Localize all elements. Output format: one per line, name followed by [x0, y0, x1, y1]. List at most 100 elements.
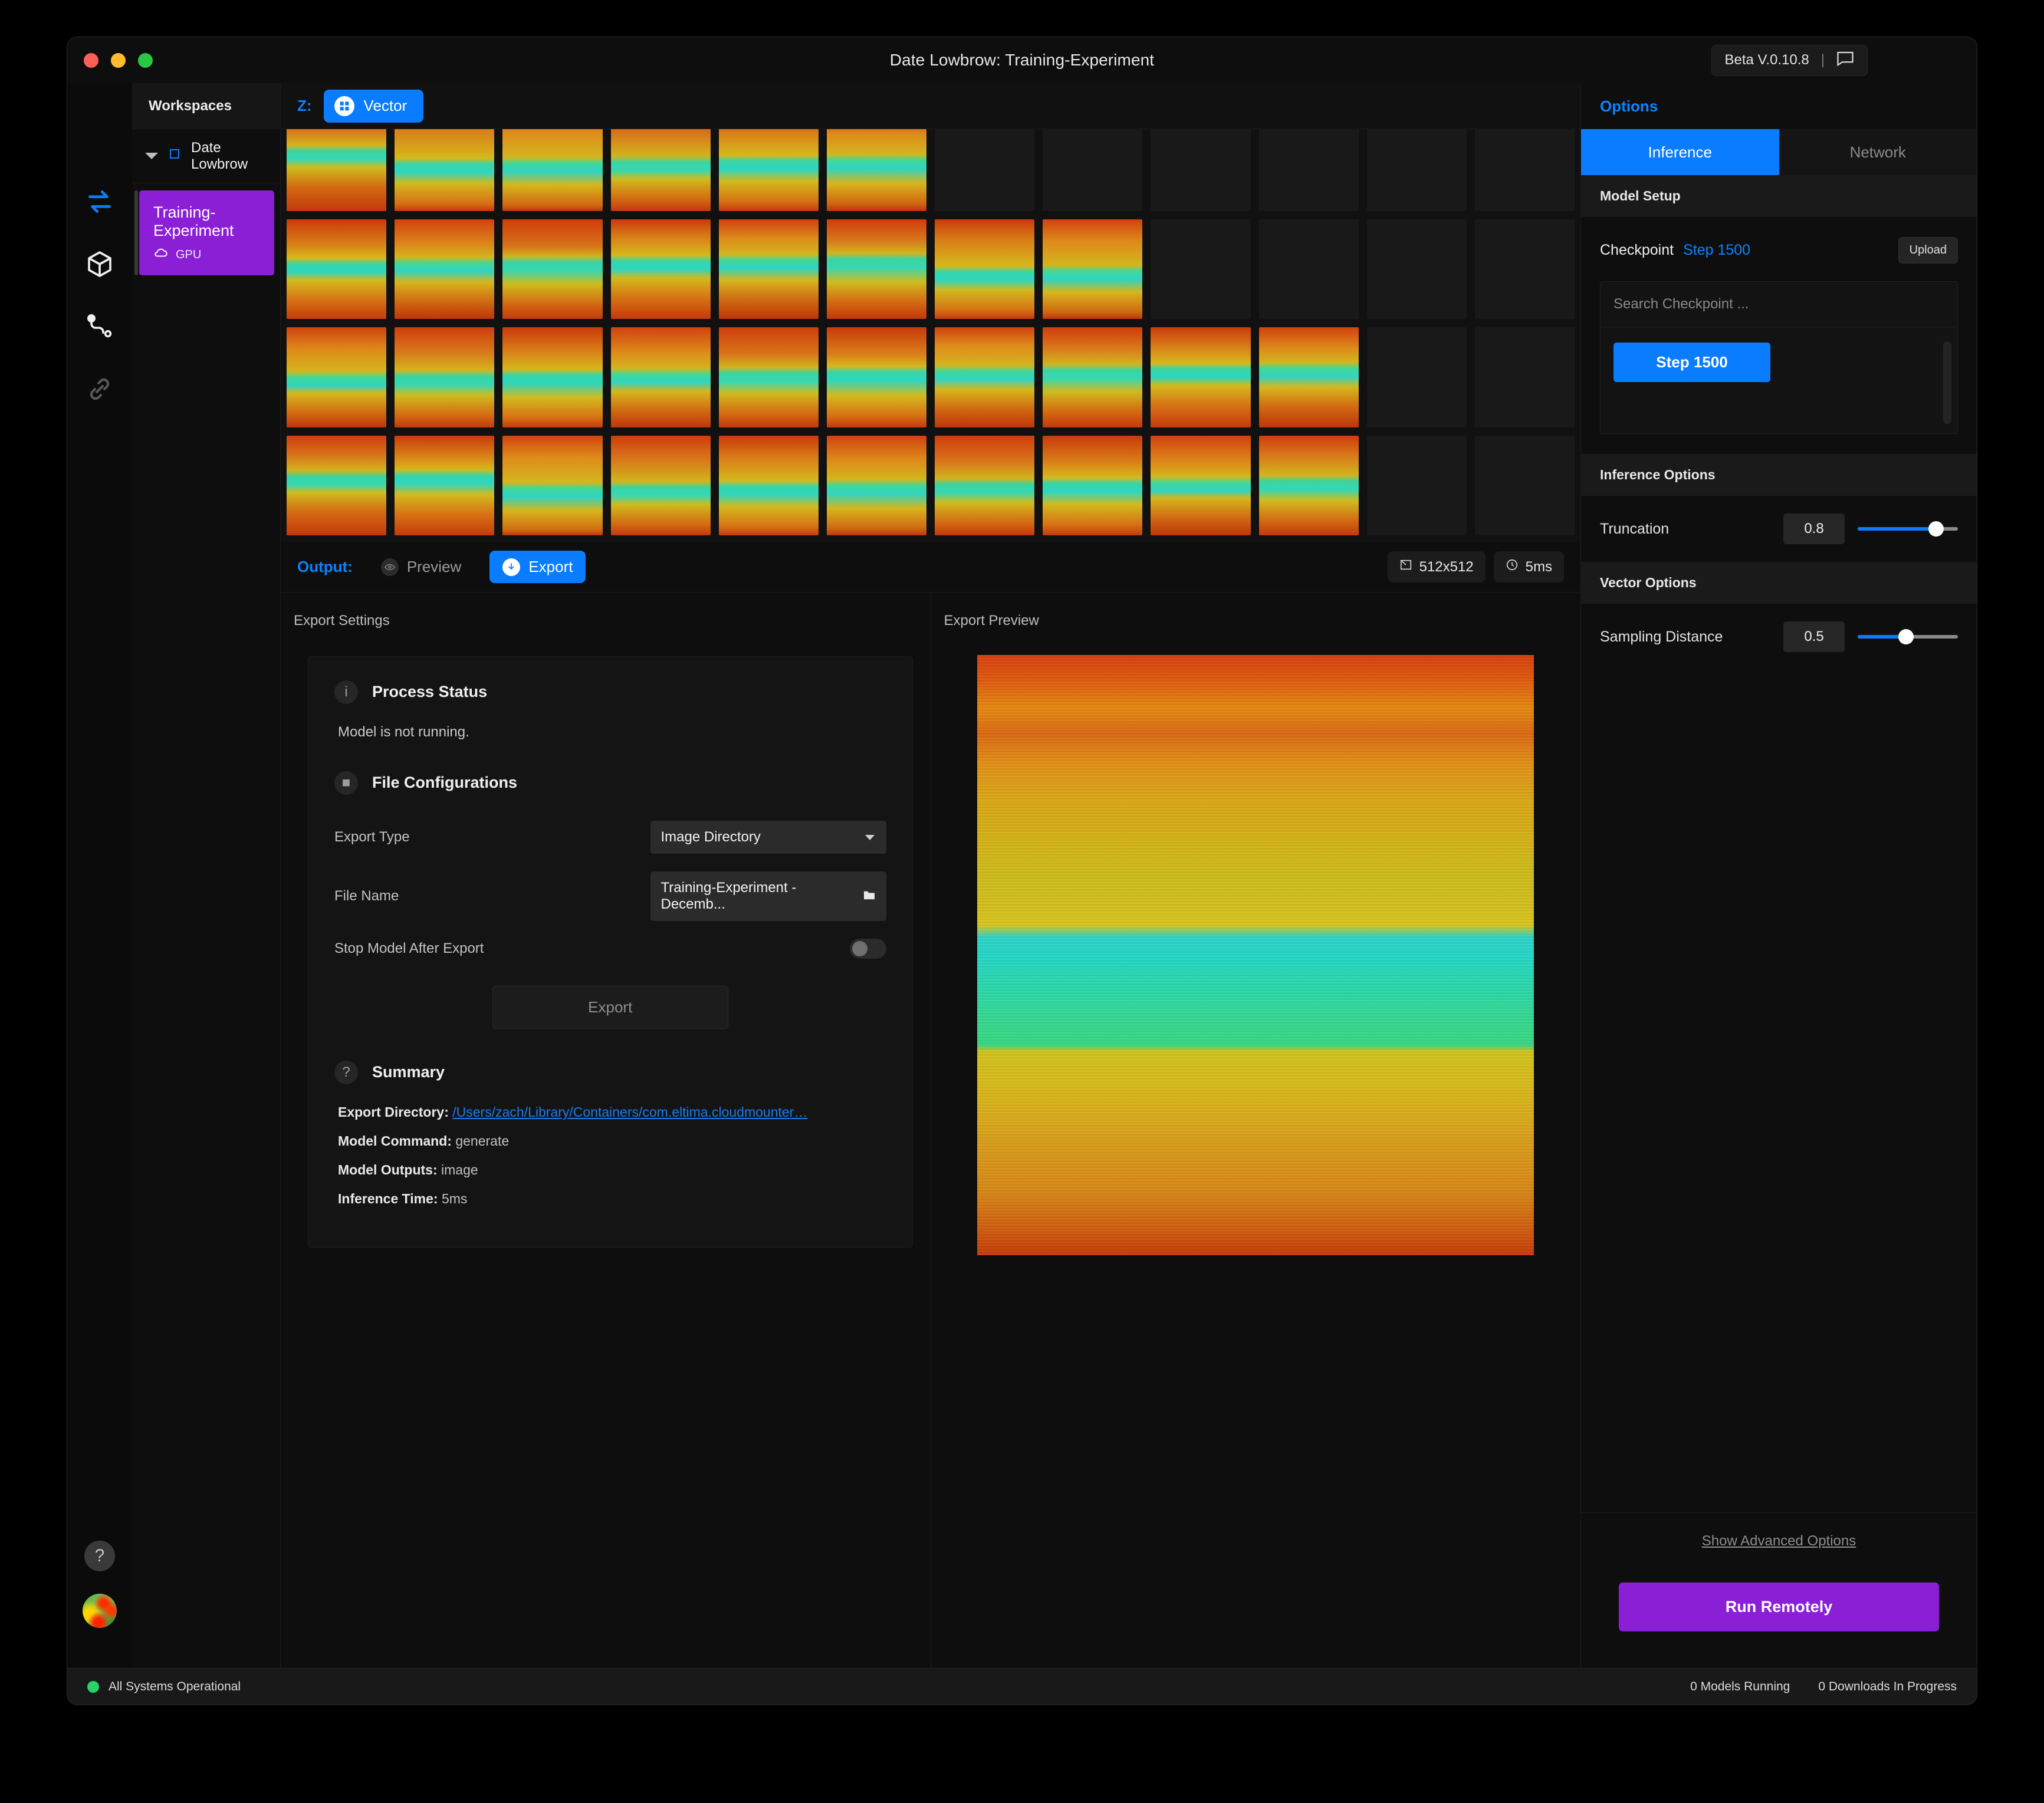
summary-row-value: generate	[455, 1133, 509, 1149]
latent-tile[interactable]	[502, 327, 602, 427]
latent-tile[interactable]	[827, 327, 926, 427]
tab-network[interactable]: Network	[1779, 129, 1977, 175]
truncation-slider[interactable]	[1858, 527, 1958, 531]
run-remotely-button[interactable]: Run Remotely	[1619, 1582, 1939, 1631]
export-button[interactable]: Export	[492, 986, 728, 1029]
titlebar: Date Lowbrow: Training-Experiment Beta V…	[67, 37, 1977, 83]
chat-icon[interactable]	[1836, 51, 1854, 70]
export-type-select[interactable]: Image Directory	[650, 821, 886, 854]
transfer-icon[interactable]	[81, 183, 118, 220]
tile-empty	[1043, 129, 1142, 211]
close-button[interactable]	[84, 53, 98, 68]
latent-tile[interactable]	[395, 327, 494, 427]
latent-tile[interactable]	[611, 327, 711, 427]
file-configurations-title: File Configurations	[372, 774, 517, 792]
tab-preview-label: Preview	[407, 558, 461, 576]
latent-tile[interactable]	[935, 436, 1034, 535]
latent-tile[interactable]	[395, 219, 494, 319]
summary-row-label: Model Command:	[338, 1133, 455, 1149]
chevron-down-icon[interactable]	[145, 153, 158, 159]
window-controls	[84, 53, 153, 68]
latent-tile[interactable]	[1151, 327, 1250, 427]
checkpoint-item-step-1500[interactable]: Step 1500	[1613, 343, 1770, 382]
checkpoint-scrollbar[interactable]	[1943, 341, 1951, 424]
avatar[interactable]	[83, 1594, 117, 1628]
latent-tile[interactable]	[935, 219, 1034, 319]
grid-icon	[334, 96, 354, 116]
folder-icon[interactable]	[863, 888, 876, 904]
tile-empty	[1367, 129, 1467, 211]
resolution-chip[interactable]: 512x512	[1388, 551, 1486, 583]
latent-tile[interactable]	[719, 327, 819, 427]
export-settings-card: i Process Status Model is not running. ■…	[308, 656, 913, 1248]
tile-empty	[1367, 219, 1467, 319]
latent-tile[interactable]	[719, 219, 819, 319]
sampling-distance-slider[interactable]	[1858, 635, 1958, 639]
latent-tile[interactable]	[611, 436, 711, 535]
latent-tile[interactable]	[395, 129, 494, 211]
stop-model-toggle[interactable]	[850, 939, 886, 959]
latent-tile[interactable]	[287, 129, 386, 211]
latent-tile[interactable]	[1259, 436, 1359, 535]
checkpoint-list: Step 1500	[1601, 327, 1957, 433]
latent-tile[interactable]	[502, 129, 602, 211]
workspaces-panel: Workspaces Date Lowbrow Training-Experim…	[132, 83, 281, 1668]
pipeline-icon[interactable]	[81, 308, 118, 345]
latent-tile[interactable]	[1043, 327, 1142, 427]
checkpoint-label: Checkpoint	[1600, 242, 1674, 259]
latent-tile[interactable]	[1151, 436, 1250, 535]
latent-tile[interactable]	[827, 436, 926, 535]
statusbar: All Systems Operational 0 Models Running…	[67, 1668, 1977, 1705]
question-icon: ?	[334, 1061, 358, 1084]
latent-tile[interactable]	[287, 219, 386, 319]
minimize-button[interactable]	[111, 53, 126, 68]
sidebar-item-training-experiment[interactable]: Training-Experiment GPU	[139, 190, 274, 275]
latent-tile[interactable]	[395, 436, 494, 535]
workspaces-header: Workspaces	[132, 83, 280, 129]
latent-tile[interactable]	[1043, 436, 1142, 535]
search-checkpoint-input[interactable]: Search Checkpoint ...	[1601, 282, 1957, 327]
latent-tile[interactable]	[611, 219, 711, 319]
vector-mode-button[interactable]: Vector	[324, 90, 424, 123]
tab-export[interactable]: Export	[489, 551, 586, 583]
process-status-title: Process Status	[372, 683, 487, 701]
latent-grid[interactable]	[281, 129, 1580, 542]
export-settings-title: Export Settings	[281, 593, 931, 629]
cube-icon[interactable]	[81, 246, 118, 282]
latent-tile[interactable]	[287, 327, 386, 427]
file-name-input[interactable]: Training-Experiment - Decemb...	[650, 871, 886, 921]
version-label: Beta V.0.10.8	[1725, 52, 1809, 68]
latent-tile[interactable]	[935, 327, 1034, 427]
maximize-button[interactable]	[138, 53, 153, 68]
sampling-distance-label: Sampling Distance	[1600, 629, 1770, 646]
file-name-row: File Name Training-Experiment - Decemb..…	[334, 871, 886, 921]
tile-grid[interactable]	[281, 129, 1580, 542]
sampling-distance-input[interactable]: 0.5	[1783, 621, 1845, 652]
latent-tile[interactable]	[287, 436, 386, 535]
inference-time-chip[interactable]: 5ms	[1494, 551, 1564, 583]
link-icon[interactable]	[81, 371, 118, 407]
tab-preview[interactable]: Preview	[368, 551, 474, 583]
upload-button[interactable]: Upload	[1898, 237, 1958, 264]
latent-tile[interactable]	[611, 129, 711, 211]
latent-tile[interactable]	[827, 219, 926, 319]
version-badge[interactable]: Beta V.0.10.8 |	[1711, 45, 1868, 76]
summary-row-link[interactable]: /Users/zach/Library/Containers/com.eltim…	[452, 1104, 807, 1120]
latent-tile[interactable]	[1259, 327, 1359, 427]
latent-tile[interactable]	[719, 129, 819, 211]
file-name-label: File Name	[334, 888, 650, 904]
latent-tile[interactable]	[1043, 219, 1142, 319]
inference-options-section-title: Inference Options	[1581, 454, 1977, 496]
truncation-row: Truncation 0.8	[1581, 496, 1977, 562]
truncation-input[interactable]: 0.8	[1783, 514, 1845, 544]
latent-tile[interactable]	[719, 436, 819, 535]
output-meta: 512x512 5ms	[1388, 551, 1564, 583]
tab-inference[interactable]: Inference	[1581, 129, 1779, 175]
workspace-root-label: Date Lowbrow	[191, 140, 280, 173]
show-advanced-options-link[interactable]: Show Advanced Options	[1581, 1533, 1977, 1549]
latent-tile[interactable]	[827, 129, 926, 211]
workspace-tree-root[interactable]: Date Lowbrow	[132, 129, 280, 183]
latent-tile[interactable]	[502, 219, 602, 319]
help-icon[interactable]: ?	[84, 1541, 115, 1571]
latent-tile[interactable]	[502, 436, 602, 535]
